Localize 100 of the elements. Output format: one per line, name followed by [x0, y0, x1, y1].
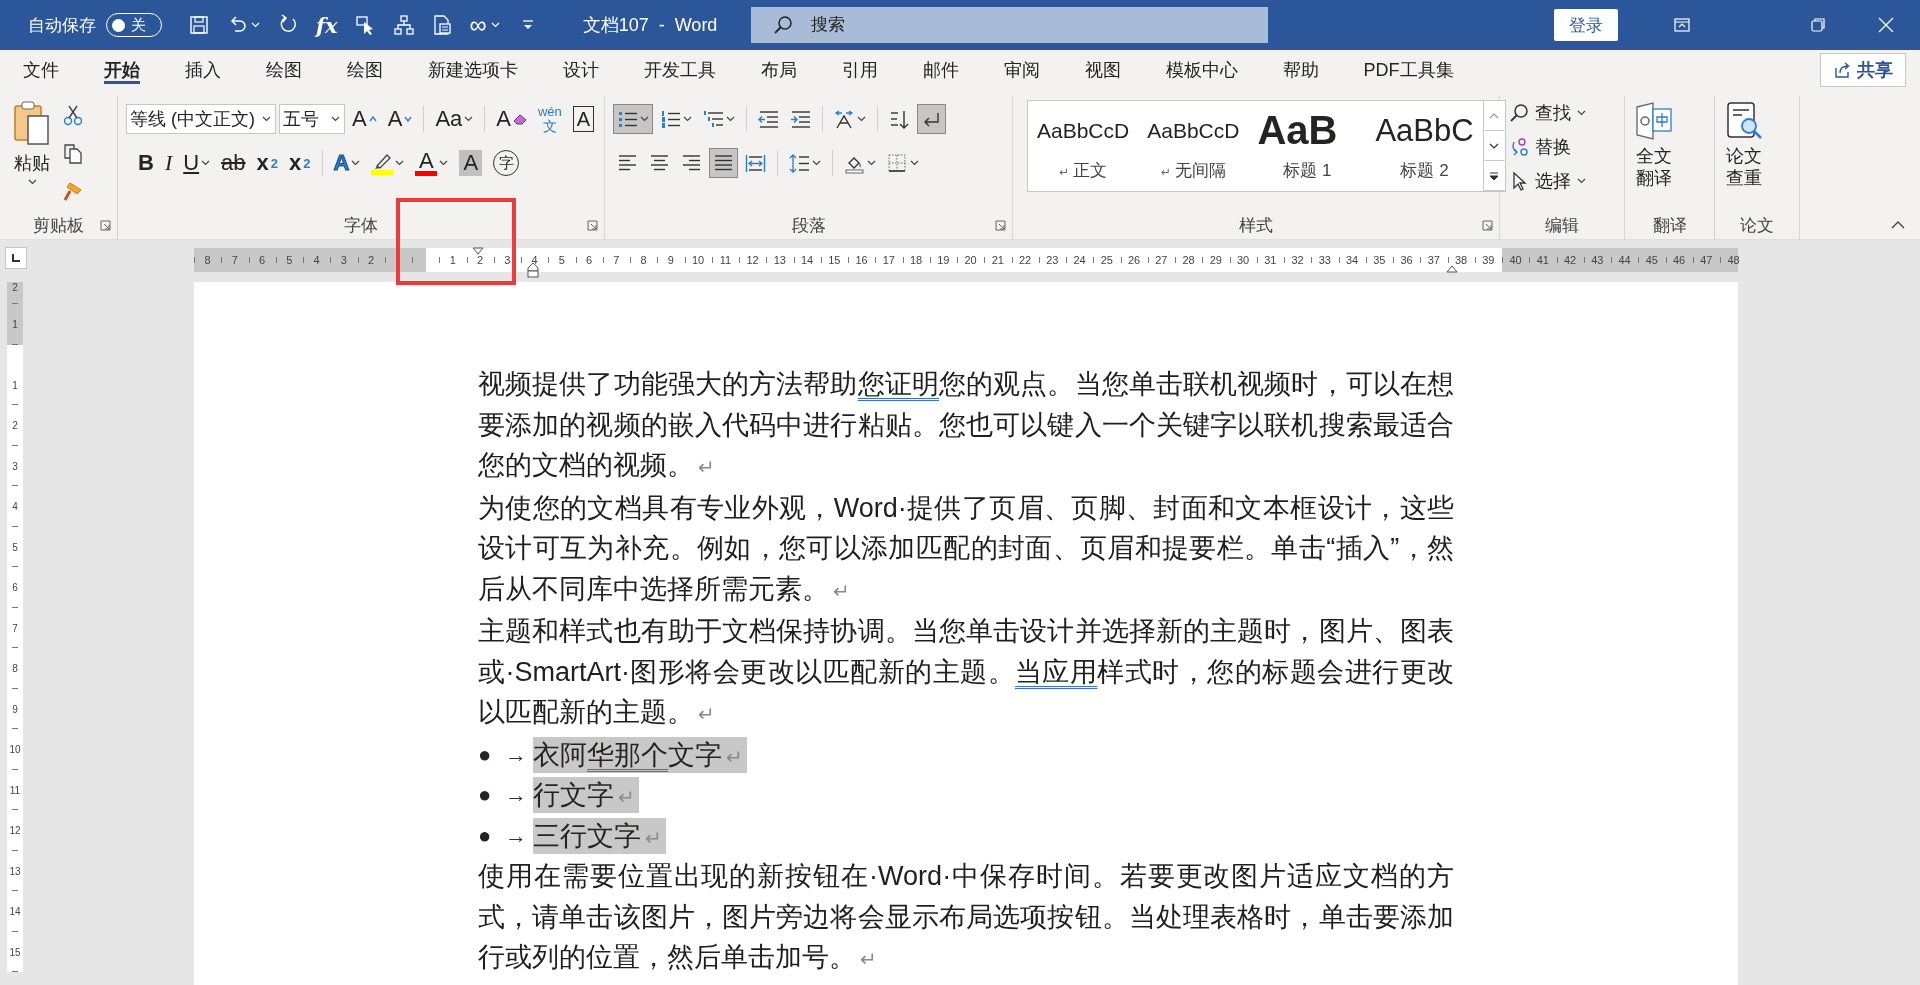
ribbon-tab[interactable]: 引用: [819, 50, 900, 90]
ribbon-tab[interactable]: 设计: [540, 50, 621, 90]
caret-icon: [726, 116, 735, 122]
ruler-number: 5: [548, 248, 576, 272]
eraser-icon: [513, 113, 527, 125]
ruler-number: 12: [7, 810, 23, 851]
font-size-field[interactable]: 五号: [279, 104, 345, 134]
tab-stop-selector[interactable]: [5, 247, 27, 269]
font-name-field[interactable]: 等线 (中文正文): [126, 104, 276, 134]
ruler-number: 30: [1229, 248, 1257, 272]
ruler-number: 46: [1665, 248, 1693, 272]
ruler-number: 19: [929, 248, 957, 272]
caret-icon: [867, 160, 876, 166]
find-button[interactable]: 查找: [1508, 98, 1587, 128]
ruler-number: 33: [1311, 248, 1339, 272]
ribbon-tab[interactable]: 审阅: [981, 50, 1062, 90]
org-chart-icon[interactable]: [392, 14, 415, 36]
show-marks-button[interactable]: [917, 104, 946, 134]
restore-icon: [1809, 16, 1827, 34]
ruler-number: 1: [7, 304, 23, 345]
ruler-number: 7: [602, 248, 630, 272]
first-line-indent-marker[interactable]: [472, 247, 484, 255]
bold-button[interactable]: B: [134, 148, 158, 178]
autosave-label: 自动保存: [28, 14, 96, 37]
ruler-number: 47: [1692, 248, 1720, 272]
text-effect-button[interactable]: A: [329, 148, 365, 178]
strikethrough-button[interactable]: ab: [217, 148, 250, 178]
style-item[interactable]: AaBbCcD ↵ 无间隔: [1138, 101, 1249, 191]
ribbon-tab[interactable]: 插入: [162, 50, 243, 90]
ruler-number: 24: [1066, 248, 1094, 272]
ruler-number: 41: [1529, 248, 1557, 272]
ribbon-tab[interactable]: 开始: [81, 50, 162, 90]
ribbon-tab[interactable]: 绘图: [243, 50, 324, 90]
paragraph: 使用在需要位置出现的新按钮在·Word·中保存时间。若要更改图片适应文档的方式，请单击该图片，图片旁边将会显示布局选项按钮。当处理表格时，单击要添加行或列的位置，然后单击加号。↵: [478, 860, 1454, 974]
ruler-number: 3: [330, 248, 358, 272]
underline-button[interactable]: U: [179, 148, 215, 178]
ruler-number: 8: [194, 248, 222, 272]
ruler-number: 28: [1175, 248, 1203, 272]
formula-button[interactable]: fx: [315, 11, 339, 39]
style-item[interactable]: AaBbCcD ↵ 正文: [1028, 101, 1139, 191]
search-box[interactable]: 搜索: [751, 7, 1269, 43]
paste-button[interactable]: 粘贴: [8, 96, 56, 210]
caret-icon: [251, 22, 260, 28]
right-indent-marker[interactable]: [1446, 265, 1458, 273]
italic-button[interactable]: I: [160, 148, 177, 178]
group-label: 翻译: [1652, 214, 1687, 237]
scissors-icon[interactable]: [62, 104, 84, 126]
ruler-number: 5: [7, 526, 23, 568]
ruler-number: 17: [875, 248, 903, 272]
ribbon-tab[interactable]: PDF工具集: [1341, 50, 1476, 90]
select-button[interactable]: 选择: [1508, 166, 1587, 196]
chevron-down-icon: [1488, 141, 1501, 151]
grow-font-button[interactable]: A: [348, 104, 381, 134]
ruler-number: 2: [7, 282, 23, 304]
save-icon[interactable]: [188, 14, 210, 36]
ribbon-tab[interactable]: 绘图: [324, 50, 405, 90]
ruler-number: 26: [1120, 248, 1148, 272]
ribbon-tab[interactable]: 文件: [0, 50, 81, 90]
ruler-number: 31: [1256, 248, 1284, 272]
ruler-number: 4: [521, 248, 549, 272]
ribbon-tab[interactable]: 新建选项卡: [405, 50, 540, 90]
plagiarism-check-button[interactable]: 论文查重: [1723, 96, 1765, 210]
justify-button[interactable]: [709, 148, 738, 178]
ribbon-tab[interactable]: 邮件: [900, 50, 981, 90]
full-text-translate-button[interactable]: 全文翻译: [1633, 96, 1675, 210]
collapse-ribbon-button[interactable]: [1890, 219, 1906, 230]
ruler-number: 40: [1502, 248, 1530, 272]
ruler-number: 21: [984, 248, 1012, 272]
login-button[interactable]: 登录: [1554, 9, 1618, 41]
style-item[interactable]: AaBbC 标题 2: [1366, 101, 1483, 191]
distributed-icon: [745, 152, 766, 174]
paragraph: 为使您的文档具有专业外观，Word·提供了页眉、页脚、封面和文本框设计，这些设计可互为补充。例如，您可以添加匹配的封面、页眉和提要栏。单击“插入”，然后从不同库中选择所需元素。↵: [478, 491, 1454, 606]
ruler-number: 11: [711, 248, 739, 272]
dialog-launcher-icon: [587, 219, 598, 231]
ruler-number: 36: [1393, 248, 1421, 272]
format-painter-icon[interactable]: [62, 180, 84, 202]
caret-icon: [640, 116, 649, 122]
ruler-number: 29: [1202, 248, 1230, 272]
replace-button[interactable]: 替换: [1508, 132, 1587, 162]
search-input[interactable]: 搜索: [809, 14, 1210, 36]
shrink-font-button[interactable]: A: [383, 104, 417, 134]
infinity-button[interactable]: ∞: [468, 10, 501, 40]
ruler-number: 16: [848, 248, 876, 272]
caret-icon: [262, 116, 271, 122]
phonetic-guide-button[interactable]: wén 文: [534, 104, 566, 134]
style-item[interactable]: AaB 标题 1: [1248, 101, 1367, 191]
clear-formatting-button[interactable]: A: [492, 104, 531, 134]
bullets-button[interactable]: [613, 104, 653, 134]
share-button[interactable]: 共享: [1820, 53, 1906, 87]
ribbon-tab[interactable]: 模板中心: [1143, 50, 1260, 90]
copy-icon[interactable]: [62, 142, 84, 164]
ribbon-tab[interactable]: 布局: [738, 50, 819, 90]
ribbon-tab[interactable]: 视图: [1062, 50, 1143, 90]
change-case-button[interactable]: Aa: [431, 104, 478, 134]
font-color-button[interactable]: A: [411, 148, 453, 178]
ruler-number: 18: [902, 248, 930, 272]
tab-arrow: →: [505, 782, 528, 809]
hanging-indent-marker[interactable]: [527, 262, 539, 278]
ribbon-tab[interactable]: 开发工具: [621, 50, 738, 90]
ribbon-tab[interactable]: 帮助: [1260, 50, 1341, 90]
